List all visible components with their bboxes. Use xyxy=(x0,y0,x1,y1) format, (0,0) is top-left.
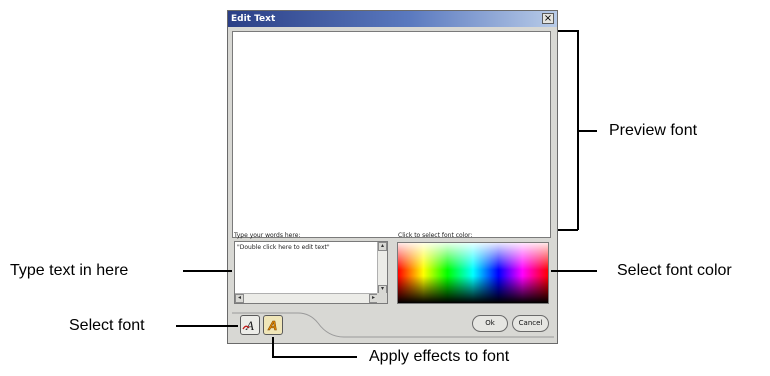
font-icon: A xyxy=(242,318,254,333)
select-font-callout: Select font xyxy=(69,317,145,334)
effects-callout-vertical-line xyxy=(272,337,274,358)
font-color-picker[interactable] xyxy=(397,242,549,304)
svg-text:A: A xyxy=(245,318,254,333)
preview-bracket-bottom xyxy=(558,229,578,231)
vertical-scrollbar[interactable]: ▴ ▾ xyxy=(377,242,387,294)
apply-effects-callout: Apply effects to font xyxy=(369,348,510,365)
text-input-value[interactable]: "Double click here to edit text" xyxy=(237,244,330,251)
font-color-label: Click to select font color: xyxy=(398,232,473,239)
close-button[interactable]: × xyxy=(542,13,554,24)
bottom-toolbar: A A Ok Cancel xyxy=(228,309,557,343)
preview-font-callout: Preview font xyxy=(609,122,698,139)
effects-callout-horizontal-line xyxy=(272,356,357,358)
type-words-label: Type your words here: xyxy=(234,232,301,239)
select-font-color-callout: Select font color xyxy=(617,262,732,279)
type-text-callout: Type text in here xyxy=(10,262,129,279)
close-icon: × xyxy=(543,13,553,24)
dialog-title: Edit Text xyxy=(231,14,276,24)
ok-button[interactable]: Ok xyxy=(472,315,508,332)
font-preview-area xyxy=(232,31,551,238)
preview-callout-line xyxy=(579,130,597,132)
cancel-button[interactable]: Cancel xyxy=(512,315,549,332)
edit-text-dialog: Edit Text × Type your words here: Click … xyxy=(227,10,558,344)
title-bar[interactable]: Edit Text × xyxy=(228,11,557,27)
horizontal-scrollbar[interactable]: ◂ ▸ xyxy=(235,293,378,303)
preview-bracket-top xyxy=(558,30,578,32)
scrollbar-corner xyxy=(377,293,387,303)
stage: Edit Text × Type your words here: Click … xyxy=(0,0,770,376)
select-font-button[interactable]: A xyxy=(240,315,260,335)
font-effects-button[interactable]: A xyxy=(263,315,283,335)
font-effects-icon: A xyxy=(267,318,278,334)
text-input-area[interactable]: "Double click here to edit text" ▴ ▾ ◂ ▸ xyxy=(234,241,388,304)
font-color-callout-line xyxy=(551,270,597,272)
scroll-left-icon[interactable]: ◂ xyxy=(235,294,244,303)
select-font-callout-line xyxy=(176,325,238,327)
type-text-callout-line xyxy=(183,270,232,272)
svg-text:A: A xyxy=(267,318,277,333)
scroll-up-icon[interactable]: ▴ xyxy=(378,242,387,251)
